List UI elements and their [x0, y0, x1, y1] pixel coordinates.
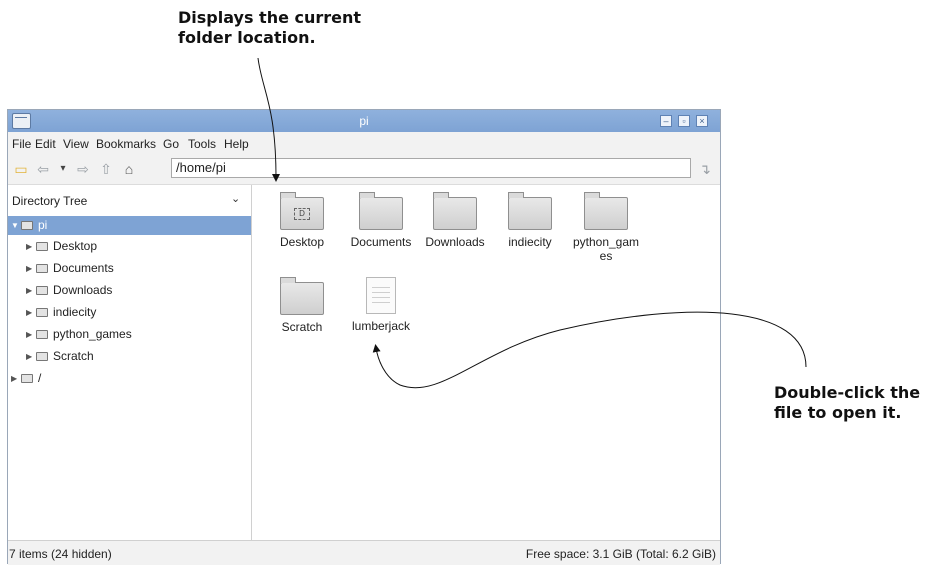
annotation-arrows [257, 57, 807, 389]
callout-right-arrow [372, 311, 807, 389]
callout-top-arrow [257, 57, 280, 182]
